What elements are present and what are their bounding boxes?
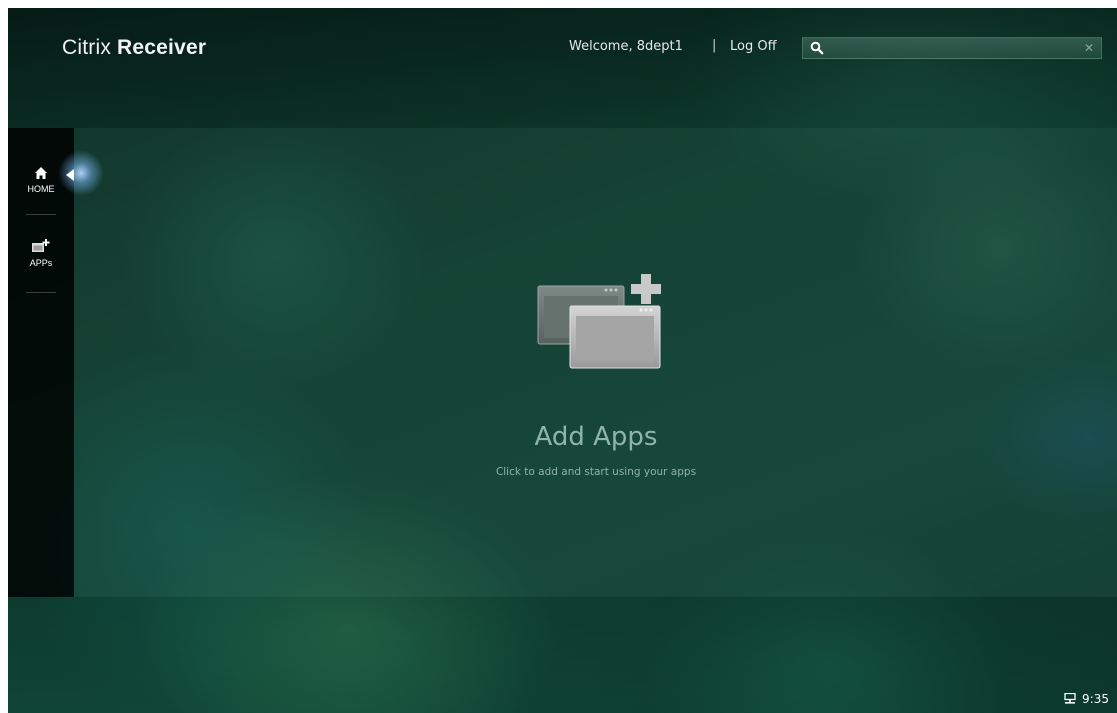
search-box[interactable]: ✕ (802, 37, 1102, 59)
search-icon[interactable] (810, 40, 826, 56)
status-clock: 9:35 (1064, 692, 1109, 708)
clock-time: 9:35 (1082, 692, 1109, 706)
brand-name-light: Citrix (62, 36, 112, 59)
close-icon[interactable]: ✕ (1084, 39, 1094, 57)
search-input[interactable] (831, 39, 1071, 56)
sidebar-item-apps[interactable]: APPs (8, 238, 74, 268)
brand-name-bold: Receiver (117, 36, 207, 59)
brand-logo: Citrix Receiver (62, 36, 206, 60)
footer-bar: 9:35 (8, 597, 1117, 713)
add-apps-title[interactable]: Add Apps (483, 422, 709, 452)
add-apps-empty-state[interactable]: Add Apps Click to add and start using yo… (483, 256, 709, 496)
welcome-text: Welcome, 8dept1 (569, 39, 683, 54)
log-off-link[interactable]: Log Off (730, 39, 777, 54)
add-apps-icon[interactable] (536, 274, 666, 378)
add-apps-subtitle: Click to add and start using your apps (495, 466, 697, 478)
active-indicator-arrow (66, 169, 74, 181)
sidebar-item-label: APPs (29, 258, 53, 268)
sidebar-nav: HOME APPs (8, 128, 74, 597)
sidebar-divider (26, 292, 56, 293)
header-separator: | (712, 38, 717, 53)
home-icon (34, 167, 48, 182)
active-indicator-glow (58, 150, 104, 196)
main-content: Add Apps Click to add and start using yo… (74, 128, 1117, 597)
header-bar: Citrix Receiver Welcome, 8dept1 | Log Off… (8, 8, 1117, 128)
network-icon (1064, 692, 1076, 708)
receiver-window: Citrix Receiver Welcome, 8dept1 | Log Off… (8, 8, 1117, 713)
sidebar-divider (26, 214, 56, 215)
add-apps-icon (30, 239, 52, 256)
